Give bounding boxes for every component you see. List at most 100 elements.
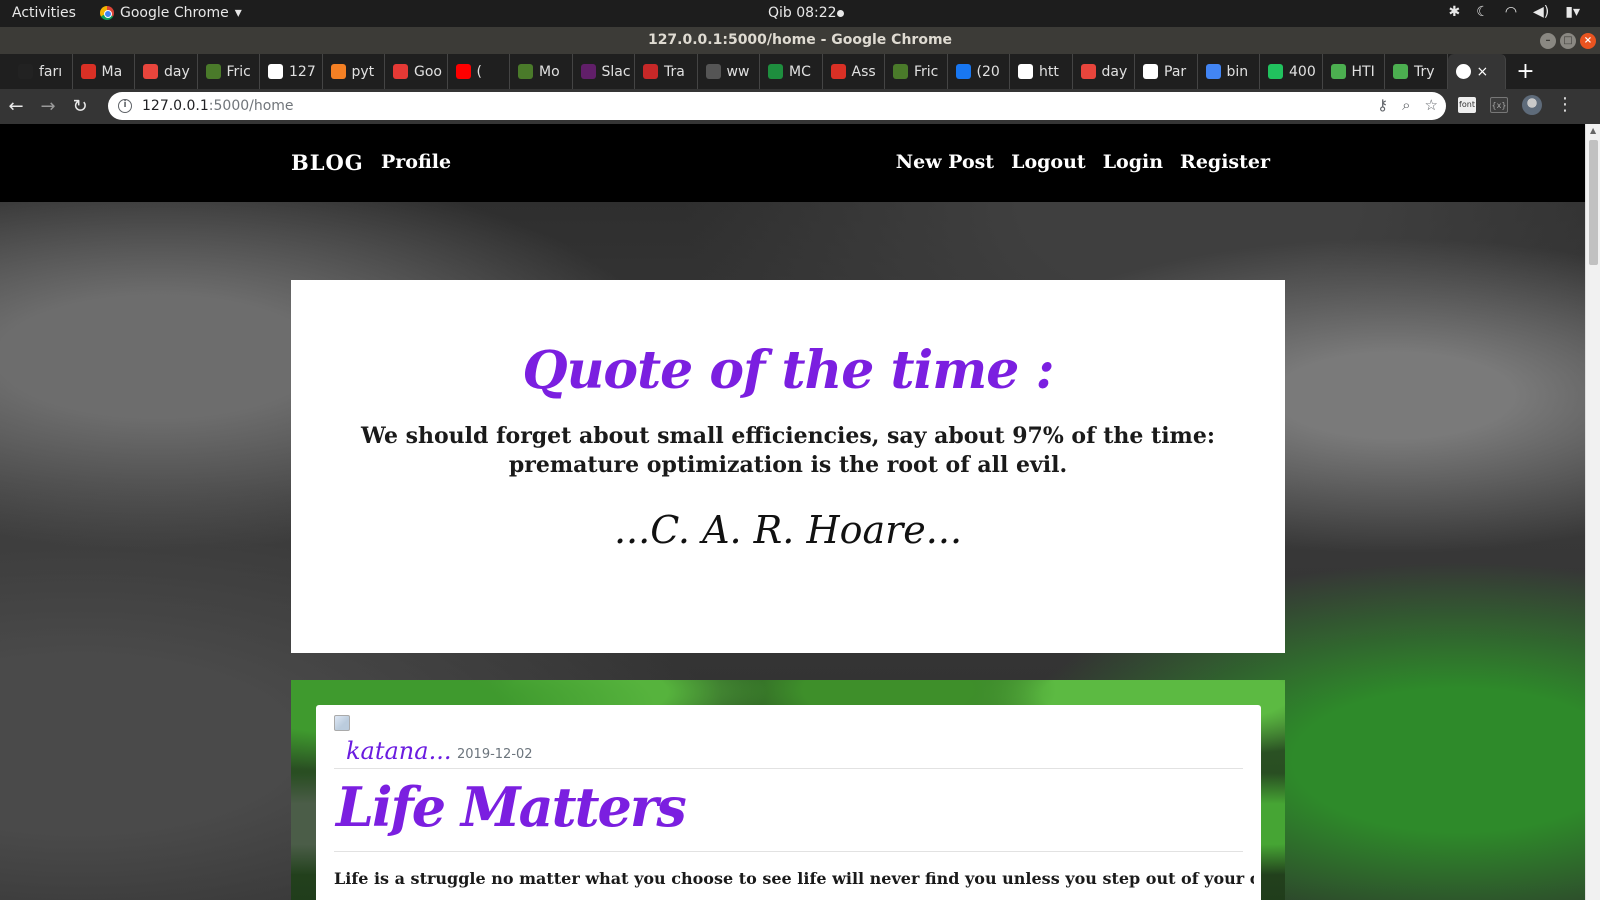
system-top-bar: Activities Google Chrome ▾ Qib 08:22 ✱ ☾… [0, 0, 1600, 27]
browser-tab[interactable]: Try [1385, 54, 1448, 89]
browser-tab[interactable]: bin [1198, 54, 1260, 89]
broken-image-icon [334, 715, 350, 731]
browser-tab[interactable]: Mo [510, 54, 573, 89]
browser-tab[interactable]: Fric [198, 54, 260, 89]
tab-favicon-icon [893, 64, 908, 79]
volume-icon: ◀) [1533, 4, 1550, 20]
tab-label: MC [789, 63, 811, 80]
tab-label: (20 [976, 63, 1000, 80]
scrollbar-thumb[interactable] [1589, 140, 1598, 265]
tab-favicon-icon [705, 64, 721, 79]
browser-tab[interactable]: Ass [823, 54, 885, 89]
browser-tab[interactable]: ww [698, 54, 760, 89]
tab-list: farı Ma day Fric 127 pyt Goo (Mo Slac Tra ww MC Ass F… [10, 54, 1448, 89]
tab-favicon-icon [1330, 64, 1346, 79]
address-bar[interactable]: i 127.0.0.1:5000/home ⚷ ⌕ ☆ [108, 92, 1446, 120]
nav-profile-link[interactable]: Profile [381, 151, 451, 173]
site-brand-link[interactable]: BLOG [291, 150, 364, 175]
tab-favicon-icon [393, 64, 408, 79]
tab-label: Tra [664, 63, 685, 80]
browser-tab[interactable]: farı [10, 54, 73, 89]
font-extension-icon[interactable]: font [1458, 96, 1476, 113]
browser-tab[interactable]: day [1073, 54, 1135, 89]
json-extension-icon[interactable]: {x} [1490, 96, 1508, 113]
tab-label: htt [1039, 63, 1059, 80]
browser-tab[interactable]: 400 [1260, 54, 1323, 89]
app-menu[interactable]: Google Chrome ▾ [100, 5, 242, 21]
tab-favicon-icon [330, 64, 346, 79]
caret-down-icon: ▾ [234, 5, 242, 21]
browser-tab[interactable]: HTI [1323, 54, 1385, 89]
maximize-icon[interactable]: □ [1560, 33, 1576, 49]
post-title-link[interactable]: Life Matters [336, 775, 687, 839]
browser-tab[interactable]: (20 [948, 54, 1010, 89]
post-frame: katana... 2019-12-02 Life Matters Life i… [291, 680, 1285, 900]
browser-tab[interactable]: Tra [635, 54, 698, 89]
browser-tab[interactable]: Par [1135, 54, 1198, 89]
post-author-link[interactable]: katana... [346, 737, 451, 765]
close-window-icon[interactable]: × [1580, 33, 1596, 49]
nav-login-link[interactable]: Login [1103, 151, 1163, 173]
tab-favicon-icon [643, 64, 658, 79]
nav-new-post-link[interactable]: New Post [896, 151, 994, 173]
tab-favicon-icon [1205, 64, 1221, 79]
close-tab-icon[interactable]: × [1477, 64, 1489, 80]
tab-label: day [164, 63, 190, 80]
wifi-icon: ◠ [1504, 4, 1518, 20]
activities-button[interactable]: Activities [12, 5, 76, 21]
browser-tab[interactable]: Slac [573, 54, 635, 89]
tab-label: Slac [601, 63, 631, 80]
tab-label: HTI [1351, 63, 1375, 80]
tab-favicon-icon [1393, 64, 1408, 79]
tab-label: day [1101, 63, 1128, 80]
nav-logout-link[interactable]: Logout [1011, 151, 1086, 173]
minimize-icon[interactable]: – [1540, 33, 1556, 49]
profile-avatar-icon[interactable] [1522, 94, 1542, 115]
site-info-icon[interactable]: i [118, 99, 132, 113]
clock[interactable]: Qib 08:22 [768, 5, 837, 21]
tab-label: 400 [1289, 63, 1316, 80]
new-tab-button[interactable]: + [1506, 59, 1546, 84]
browser-toolbar: ← → ↻ i 127.0.0.1:5000/home ⚷ ⌕ ☆ font {… [0, 89, 1600, 124]
extensions: font {x} ⋮ [1458, 94, 1574, 115]
system-tray[interactable]: ✱ ☾ ◠ ◀) ▮▾ [1449, 4, 1580, 20]
post-divider [334, 851, 1243, 852]
key-icon[interactable]: ⚷ [1377, 96, 1388, 114]
bluetooth-icon: ✱ [1448, 4, 1461, 20]
tab-label: bin [1226, 63, 1249, 80]
browser-tab[interactable]: ( [448, 54, 510, 89]
browser-tab[interactable]: MC [760, 54, 823, 89]
menu-kebab-icon[interactable]: ⋮ [1556, 94, 1574, 115]
nav-register-link[interactable]: Register [1180, 151, 1270, 173]
tab-label: 127 [289, 63, 316, 80]
url-host: 127.0.0.1 [142, 98, 209, 114]
bookmark-star-icon[interactable]: ☆ [1425, 96, 1438, 114]
tab-favicon-icon [205, 64, 221, 79]
browser-tab[interactable]: Ma [73, 54, 135, 89]
quote-heading: Quote of the time : [522, 340, 1054, 401]
browser-tab[interactable]: day [135, 54, 198, 89]
forward-icon[interactable]: → [32, 96, 64, 117]
browser-tab[interactable]: Fric [885, 54, 948, 89]
tab-favicon-icon [143, 64, 158, 79]
browser-tab[interactable]: pyt [323, 54, 385, 89]
tab-favicon-icon [18, 64, 33, 79]
active-tab[interactable]: × [1447, 54, 1506, 89]
reload-icon[interactable]: ↻ [64, 96, 96, 117]
tab-label: Mo [539, 63, 560, 80]
page-scrollbar[interactable]: ▲ [1585, 124, 1600, 900]
browser-tab[interactable]: htt [1010, 54, 1073, 89]
quote-author: ...C. A. R. Hoare... [613, 508, 963, 552]
tab-favicon-icon [580, 64, 596, 79]
tab-label: farı [39, 63, 63, 80]
post-meta: katana... 2019-12-02 [334, 715, 1243, 769]
tab-favicon-icon [955, 64, 971, 79]
night-light-icon: ☾ [1476, 4, 1489, 20]
back-icon[interactable]: ← [0, 96, 32, 117]
tab-favicon-icon [1018, 64, 1033, 79]
browser-tab[interactable]: Goo [385, 54, 448, 89]
tab-favicon-icon [830, 64, 846, 79]
zoom-icon[interactable]: ⌕ [1402, 96, 1410, 114]
scroll-up-icon[interactable]: ▲ [1590, 126, 1596, 135]
browser-tab[interactable]: 127 [260, 54, 323, 89]
